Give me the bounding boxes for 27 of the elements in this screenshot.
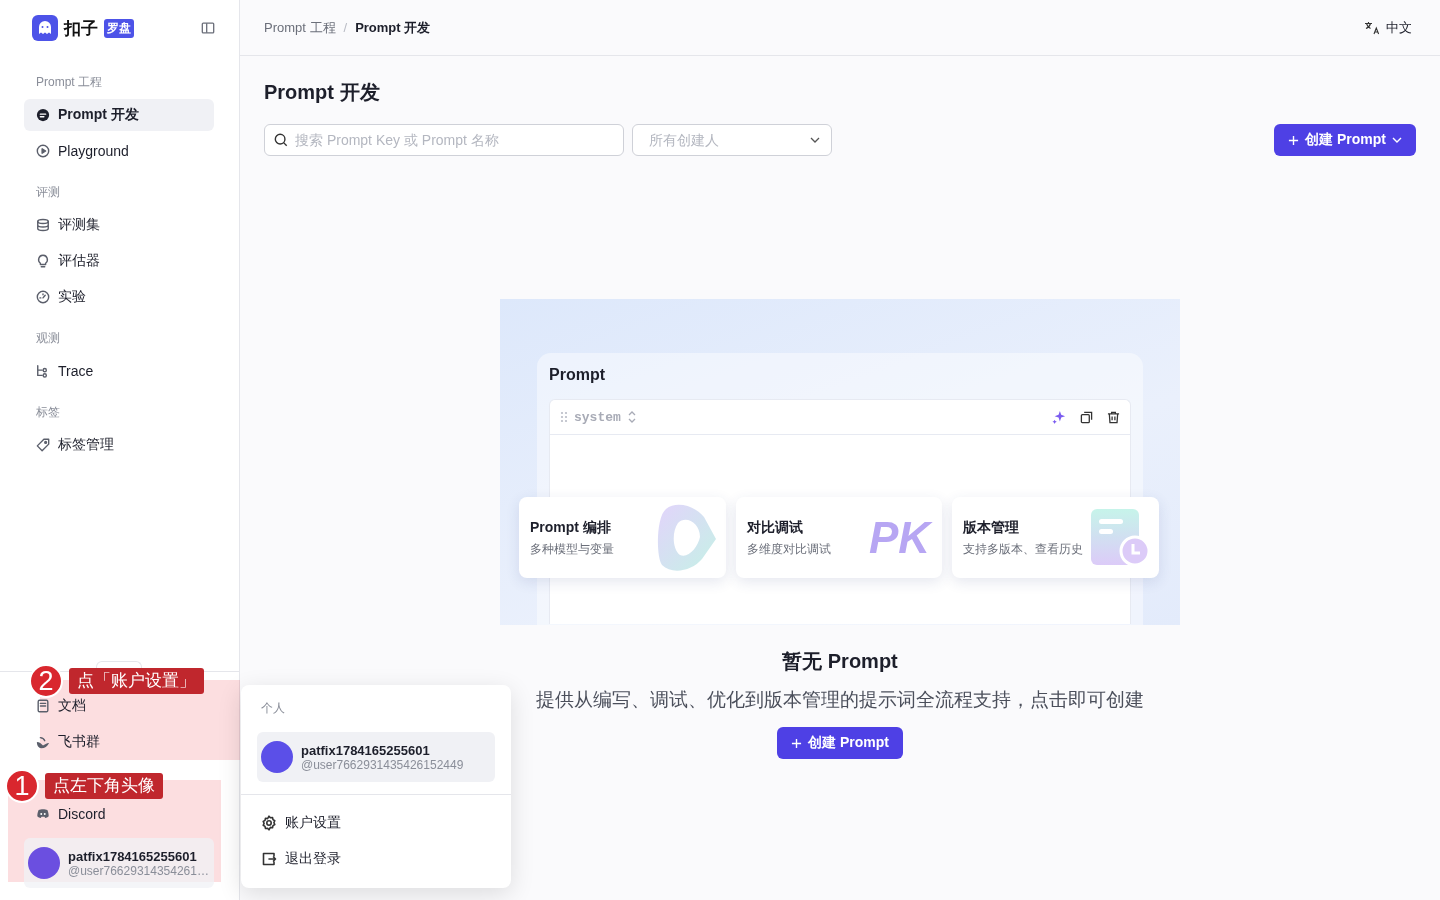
logo-text: 扣子 <box>64 17 98 40</box>
step-tooltip: 点「账户设置」 <box>69 668 204 694</box>
nav-section-title: Prompt 工程 <box>35 74 103 91</box>
empty-state-description: 提供从编写、调试、优化到版本管理的提示词全流程支持，点击即可创建 <box>536 688 1144 712</box>
role-label: system <box>574 409 621 425</box>
page-title: Prompt 开发 <box>264 80 381 105</box>
feature-subtitle: 支持多版本、查看历史 <box>963 541 1084 558</box>
feature-art-text: PK <box>868 511 934 564</box>
user-name: patfix1784165255601 <box>301 742 431 758</box>
step-tooltip: 点左下角头像 <box>45 773 163 799</box>
menu-section-label: 个人 <box>260 700 286 717</box>
user-handle: @user7662931435426152449 <box>301 757 464 772</box>
breadcrumb-separator: / <box>343 20 348 35</box>
breadcrumb-current: Prompt 开发 <box>355 18 431 37</box>
feature-title: 版本管理 <box>963 518 1020 537</box>
feature-title: Prompt 编排 <box>530 518 612 537</box>
prompt-card-title: Prompt <box>549 365 605 385</box>
nav-section-title: 评测 <box>35 184 61 201</box>
feature-subtitle: 多种模型与变量 <box>530 541 615 558</box>
nav-section-title: 观测 <box>35 330 61 347</box>
user-handle: @user76629314354261… <box>68 863 209 878</box>
feature-title: 对比调试 <box>747 518 804 537</box>
feature-subtitle: 多维度对比调试 <box>747 541 832 558</box>
nav-section-title: 标签 <box>35 404 61 421</box>
user-name: patfix1784165255601 <box>68 848 198 864</box>
empty-state-title: 暂无 Prompt <box>782 649 898 674</box>
logo-badge: 罗盘 <box>104 18 134 38</box>
